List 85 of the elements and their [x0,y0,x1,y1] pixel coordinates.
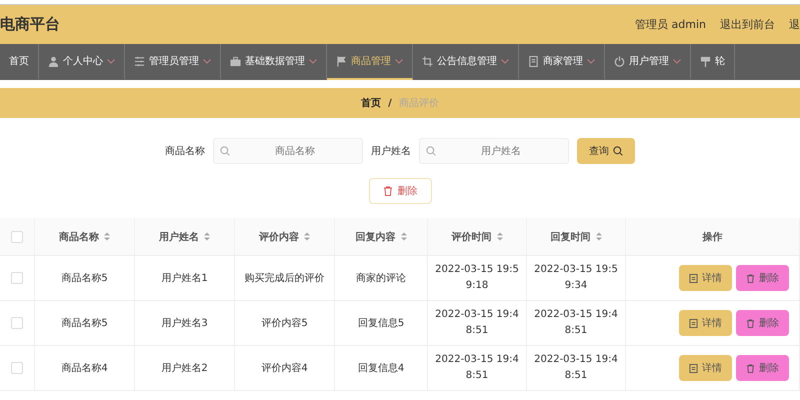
table-cell-text: 商品名称5 [61,272,108,285]
flag-icon [336,56,347,66]
sort-icon[interactable] [596,232,602,241]
delete-button[interactable]: 删除 [368,178,432,204]
nav-item[interactable]: 个人中心 [39,44,125,80]
search-button[interactable]: 查询 [577,138,635,164]
document-icon [689,364,698,372]
search-field[interactable]: 用户姓名 [419,138,569,164]
table-cell-text: 商品名称4 [61,362,108,375]
power-icon [614,56,625,66]
checkbox[interactable] [11,272,23,284]
nav-item[interactable]: 基础数据管理 [221,44,327,80]
checkbox[interactable] [11,362,23,374]
sort-icon[interactable] [204,232,210,241]
table-cell-text: 2022-03-15 19:59:34 [533,263,619,293]
nav-item[interactable]: 轮 [691,44,735,80]
table-cell-text: 回复信息4 [358,362,404,375]
breadcrumb-link[interactable]: 首页 [361,96,382,110]
document-icon [528,56,539,66]
user-icon [48,56,59,66]
field-label: 商品名称 [165,144,205,158]
nav-item[interactable]: 首页 [0,44,39,80]
column-header: 用户姓名 [135,218,235,255]
table-cell-text: 2022-03-15 19:48:51 [533,353,619,383]
user-label: 管理员 admin [635,17,706,32]
breadcrumb-current: 商品评价 [398,96,439,110]
table-cell-text: 商品名称5 [61,316,108,330]
crop-icon [422,56,433,66]
column-header: 评价内容 [235,218,335,255]
nav-item[interactable]: 用户管理 [605,44,691,80]
search-field[interactable]: 商品名称 [213,138,363,164]
column-header: 商品名称 [35,218,135,255]
document-icon [689,274,698,282]
table-cell-text: 2022-03-15 19:59:18 [434,263,520,293]
caret-icon [395,58,403,64]
search-icon [613,146,623,156]
site-title: 电商平台 [0,15,60,34]
column-header: 操作 [626,218,800,255]
table-cell-text: 用户姓名1 [161,272,208,285]
nav-item[interactable]: 商家管理 [519,44,605,80]
header-link[interactable]: 退 [789,17,800,32]
sign-icon [700,56,711,66]
table-cell-text: 购买完成后的评价 [244,272,324,285]
header-link[interactable]: 退出到前台 [720,17,775,32]
column-header: 回复时间 [527,218,626,255]
sort-icon[interactable] [304,232,310,241]
trash-icon [382,186,392,196]
table-cell-text: 2022-03-15 19:48:51 [434,308,520,338]
table-cell-text: 评价内容5 [261,316,308,330]
search-icon [220,146,230,156]
table-cell-text: 2022-03-15 19:48:51 [533,308,619,338]
checkbox[interactable] [11,230,23,242]
detail-button[interactable]: 详情 [679,310,732,336]
table-cell-text: 商家的评论 [356,272,406,285]
nav-item[interactable]: 商品管理 [327,44,413,80]
trash-icon [746,364,755,372]
table-cell-text: 用户姓名2 [161,362,208,375]
document-icon [689,318,698,328]
caret-icon [203,58,211,64]
sliders-icon [134,56,145,66]
caret-icon [309,58,317,64]
sort-icon[interactable] [104,232,110,241]
caret-icon [107,58,115,64]
caret-icon [673,58,681,64]
caret-icon [587,58,595,64]
nav-item[interactable]: 公告信息管理 [413,44,519,80]
column-header: 评价时间 [428,218,527,255]
column-header: 回复内容 [335,218,428,255]
detail-button[interactable]: 详情 [679,355,732,381]
detail-button[interactable]: 详情 [679,265,732,291]
table-cell-text: 评价内容4 [261,362,308,375]
search-icon [426,146,436,156]
nav-item[interactable]: 管理员管理 [125,44,221,80]
sort-icon[interactable] [496,232,502,241]
checkbox[interactable] [11,317,23,329]
trash-icon [746,318,755,328]
table-cell-text: 用户姓名3 [161,316,208,330]
trash-icon [746,274,755,282]
table-cell-text: 2022-03-15 19:48:51 [434,353,520,383]
field-label: 用户姓名 [371,144,411,158]
caret-icon [501,58,509,64]
sort-icon[interactable] [400,232,406,241]
table-cell-text: 回复信息5 [358,316,404,330]
briefcase-icon [230,56,241,66]
breadcrumb-separator: / [388,98,392,108]
